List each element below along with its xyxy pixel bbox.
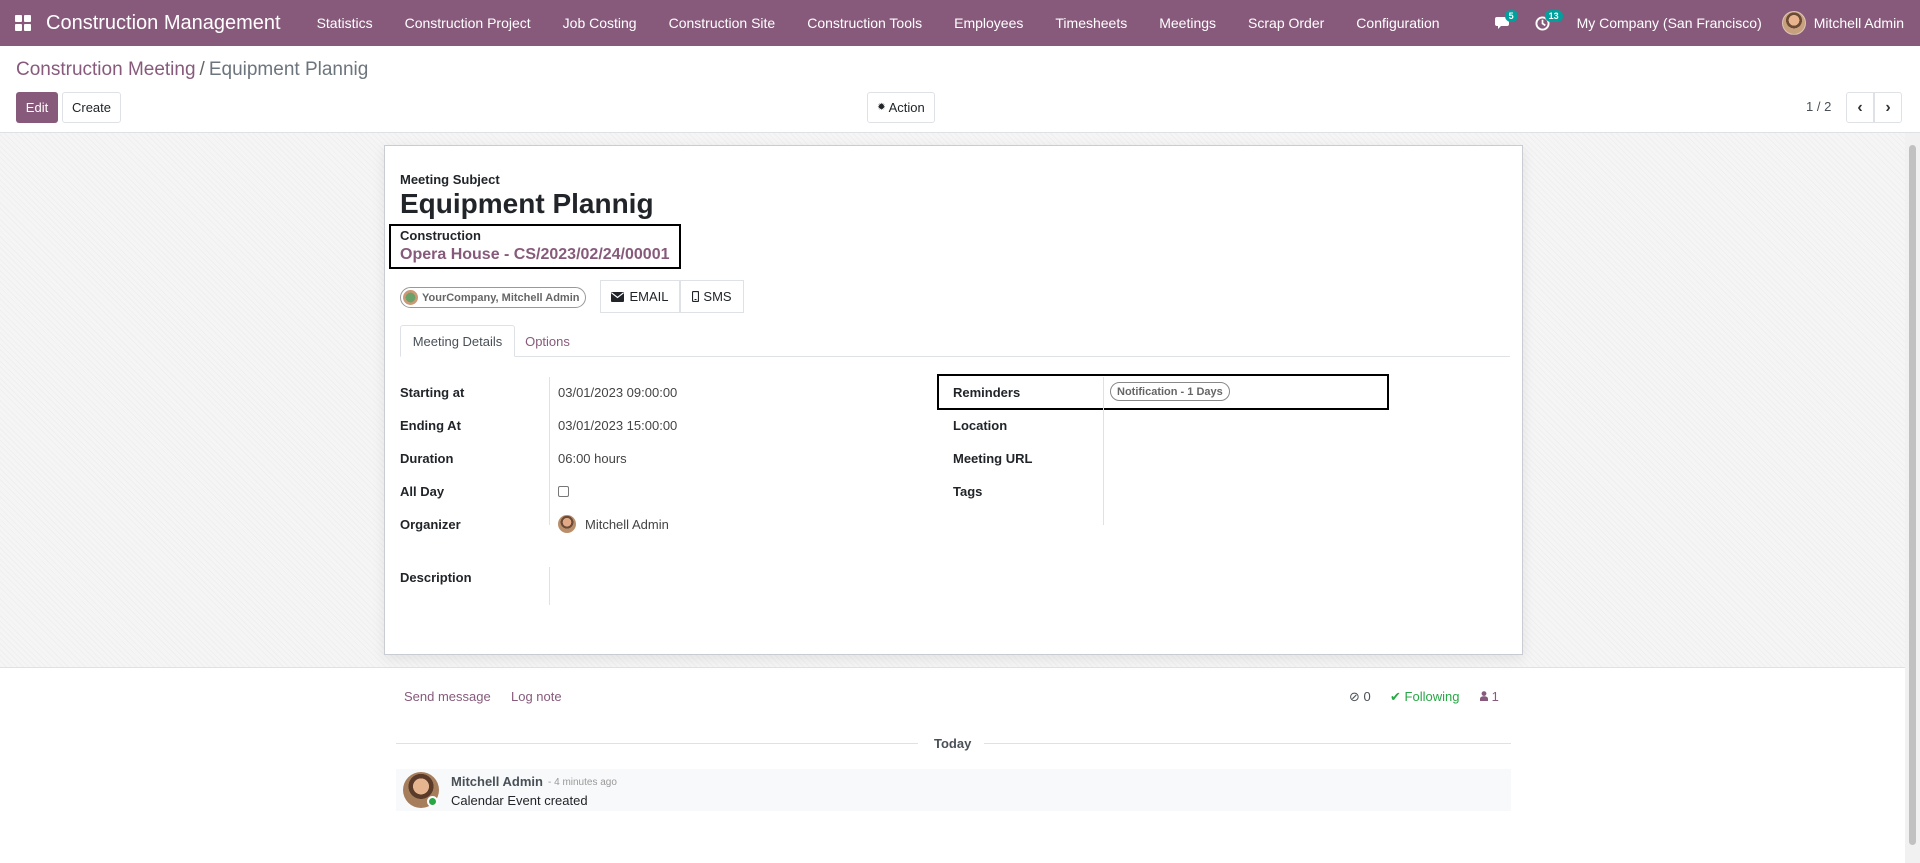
ending-at-label: Ending At	[400, 418, 461, 433]
navbar-right: 5 13 My Company (San Francisco) Mitchell…	[1483, 0, 1920, 46]
menu-statistics[interactable]: Statistics	[301, 15, 389, 31]
organizer-value[interactable]: Mitchell Admin	[585, 517, 669, 532]
menu-meetings[interactable]: Meetings	[1143, 15, 1232, 31]
description-label: Description	[400, 570, 472, 585]
description-divider	[549, 567, 550, 605]
breadcrumb-parent[interactable]: Construction Meeting	[16, 59, 196, 80]
mobile-icon	[692, 291, 700, 302]
pager-value[interactable]: 1 / 2	[1806, 99, 1831, 114]
activity-menu[interactable]: 13	[1523, 0, 1563, 46]
user-name: Mitchell Admin	[1813, 15, 1904, 31]
tab-options[interactable]: Options	[515, 325, 580, 357]
user-avatar	[1781, 11, 1806, 35]
attendee-tag[interactable]: YourCompany, Mitchell Admin	[400, 287, 587, 308]
activities-badge: 13	[1544, 10, 1563, 22]
app-name[interactable]: Construction Management	[46, 12, 281, 35]
duration-value[interactable]: 06:00 hours	[558, 451, 627, 466]
pager-previous-button[interactable]: ‹	[1846, 92, 1874, 123]
online-status-icon	[427, 796, 438, 807]
date-separator: Today	[934, 736, 972, 751]
breadcrumb-current: Equipment Plannig	[208, 59, 369, 80]
user-menu[interactable]: Mitchell Admin	[1781, 11, 1920, 35]
breadcrumb: Construction Meeting / Equipment Plannig	[16, 59, 368, 81]
main-menu: Statistics Construction Project Job Cost…	[301, 15, 1456, 31]
construction-link[interactable]: Opera House - CS/2023/02/24/00001	[400, 246, 670, 264]
form-sheet: Meeting Subject Equipment Plannig Constr…	[384, 145, 1523, 655]
message-body: Calendar Event created	[451, 793, 588, 808]
messaging-menu[interactable]: 5	[1483, 0, 1523, 46]
paperclip-icon: ⊘	[1349, 689, 1360, 704]
messages-badge: 5	[1504, 10, 1518, 22]
attendee-avatar	[403, 290, 418, 305]
today-line-left	[396, 743, 918, 744]
menu-construction-tools[interactable]: Construction Tools	[791, 15, 938, 31]
top-navbar: Construction Management Statistics Const…	[0, 0, 1920, 46]
menu-construction-project[interactable]: Construction Project	[389, 15, 547, 31]
ending-at-value[interactable]: 03/01/2023 15:00:00	[558, 418, 677, 433]
menu-configuration[interactable]: Configuration	[1340, 15, 1455, 31]
chevron-left-icon: ‹	[1857, 98, 1863, 116]
menu-construction-site[interactable]: Construction Site	[653, 15, 792, 31]
email-button[interactable]: EMAIL	[600, 280, 680, 313]
subject-label: Meeting Subject	[400, 172, 500, 187]
sms-button[interactable]: SMS	[680, 280, 744, 313]
chevron-right-icon: ›	[1885, 98, 1891, 116]
tab-meeting-details[interactable]: Meeting Details	[400, 325, 515, 357]
left-group-divider	[549, 377, 550, 525]
following-button[interactable]: ✔ Following	[1390, 689, 1459, 705]
create-button[interactable]: Create	[62, 92, 121, 123]
starting-at-value[interactable]: 03/01/2023 09:00:00	[558, 385, 677, 400]
meeting-subject[interactable]: Equipment Plannig	[400, 188, 654, 220]
sms-label: SMS	[703, 289, 732, 304]
attachments-count: 0	[1363, 689, 1371, 704]
pager-next-button[interactable]: ›	[1874, 92, 1902, 123]
tags-label: Tags	[953, 484, 983, 499]
form-tabs: Meeting Details Options	[400, 325, 1510, 357]
menu-timesheets[interactable]: Timesheets	[1039, 15, 1143, 31]
menu-employees[interactable]: Employees	[938, 15, 1039, 31]
action-button[interactable]: ✹ Action	[867, 92, 935, 123]
reminders-label: Reminders	[953, 385, 1021, 400]
meeting-url-label: Meeting URL	[953, 451, 1033, 466]
apps-menu-icon[interactable]	[0, 0, 46, 46]
action-label: Action	[888, 100, 925, 115]
all-day-checkbox[interactable]	[558, 486, 569, 497]
message-author[interactable]: Mitchell Admin	[451, 774, 543, 789]
reminder-tag[interactable]: Notification - 1 Days	[1110, 382, 1230, 401]
envelope-icon	[611, 291, 625, 302]
following-label: Following	[1404, 689, 1460, 704]
followers-count: 1	[1491, 689, 1499, 704]
log-note-button[interactable]: Log note	[511, 689, 562, 704]
organizer-avatar	[558, 515, 576, 533]
attendee-name: YourCompany, Mitchell Admin	[422, 291, 580, 304]
today-line-right	[984, 743, 1511, 744]
starting-at-label: Starting at	[400, 385, 465, 400]
breadcrumb-separator: /	[199, 59, 205, 80]
scrollbar-thumb[interactable]	[1909, 145, 1916, 845]
followers-button[interactable]: 1	[1480, 689, 1499, 704]
control-panel: Construction Meeting / Equipment Plannig E…	[0, 46, 1920, 133]
right-group-divider	[1103, 377, 1104, 525]
check-icon: ✔	[1390, 689, 1401, 704]
gear-icon: ✹	[877, 102, 886, 113]
all-day-label: All Day	[400, 484, 445, 499]
construction-label: Construction	[400, 228, 481, 243]
edit-button[interactable]: Edit	[16, 92, 58, 123]
company-switcher[interactable]: My Company (San Francisco)	[1563, 15, 1782, 31]
email-label: EMAIL	[629, 289, 669, 304]
send-message-button[interactable]: Send message	[404, 689, 491, 704]
message-time: - 4 minutes ago	[548, 777, 617, 788]
user-icon	[1480, 691, 1488, 701]
menu-scrap-order[interactable]: Scrap Order	[1232, 15, 1340, 31]
attachments-button[interactable]: ⊘ 0	[1349, 689, 1371, 705]
location-label: Location	[953, 418, 1008, 433]
duration-label: Duration	[400, 451, 454, 466]
organizer-label: Organizer	[400, 517, 461, 532]
menu-job-costing[interactable]: Job Costing	[547, 15, 653, 31]
